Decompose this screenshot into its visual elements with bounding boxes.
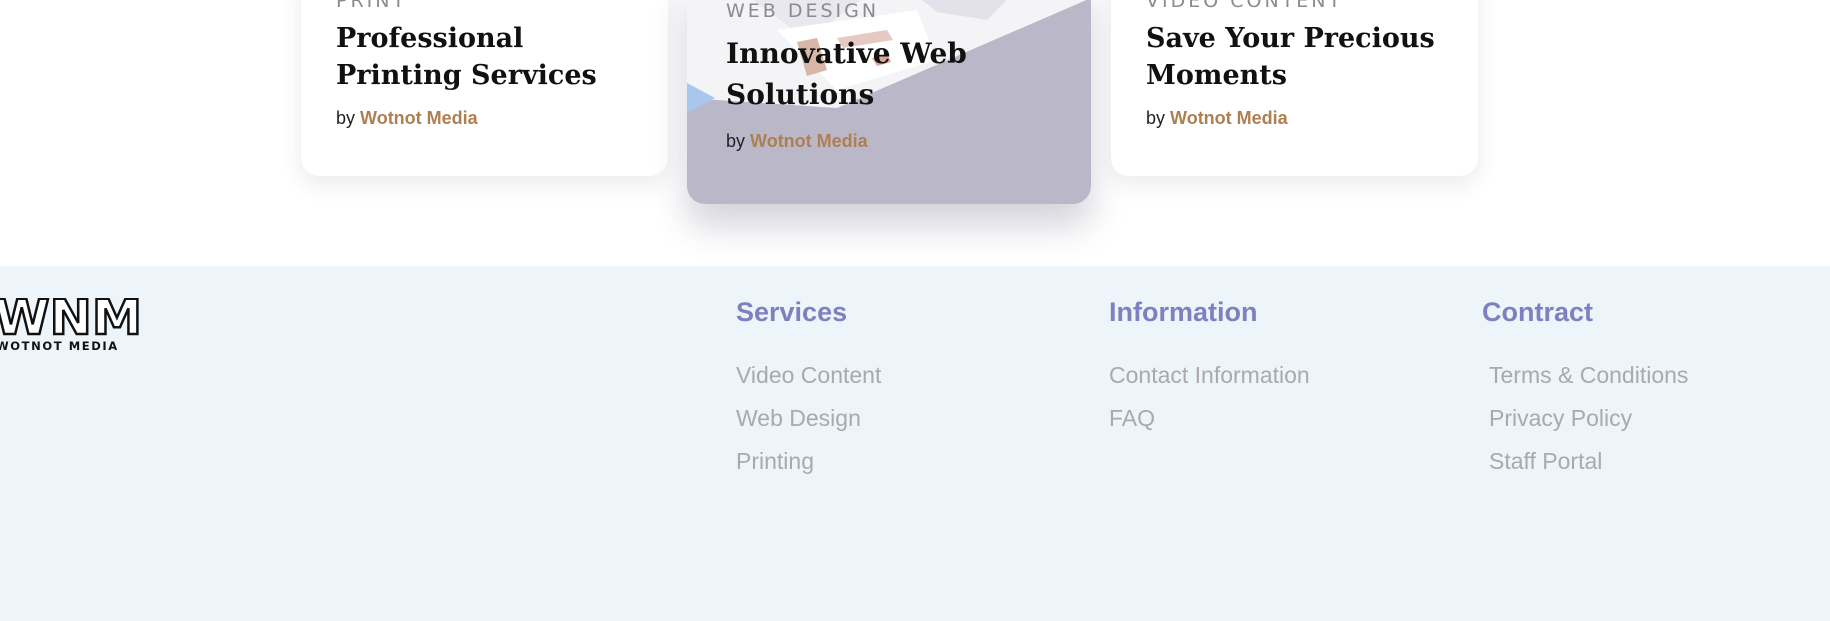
footer-link-contact-information[interactable]: Contact Information — [1109, 362, 1310, 389]
card-body: PRINT Professional Printing Services by … — [336, 0, 638, 129]
link-label[interactable]: FAQ — [1109, 405, 1155, 431]
footer-link-web-design[interactable]: Web Design — [736, 405, 881, 432]
wotnot-media-logo[interactable]: WNM WOTNOT MEDIA — [0, 298, 145, 354]
footer-heading: Contract — [1482, 297, 1594, 327]
footer-column-services: Services Video Content Web Design Printi… — [736, 296, 881, 491]
card-byline: by Wotnot Media — [1146, 108, 1448, 129]
author-link[interactable]: Wotnot Media — [750, 131, 868, 151]
link-label[interactable]: Terms & Conditions — [1489, 362, 1688, 388]
logo-wordmark: WOTNOT MEDIA — [0, 339, 119, 353]
footer-link-privacy-policy[interactable]: Privacy Policy — [1489, 405, 1688, 432]
link-label[interactable]: Web Design — [736, 405, 861, 431]
card-body: VIDEO CONTENT Save Your Precious Moments… — [1146, 0, 1448, 129]
card-web-design[interactable]: WEB DESIGN Innovative Web Solutions by W… — [687, 0, 1091, 204]
link-label[interactable]: Staff Portal — [1489, 448, 1602, 474]
author-link[interactable]: Wotnot Media — [1170, 108, 1288, 128]
card-category[interactable]: WEB DESIGN — [726, 0, 1061, 22]
footer-link-list: Contact Information FAQ — [1109, 362, 1310, 432]
link-label[interactable]: Contact Information — [1109, 362, 1310, 388]
link-label[interactable]: Privacy Policy — [1489, 405, 1632, 431]
card-body: WEB DESIGN Innovative Web Solutions by W… — [726, 0, 1061, 152]
footer-link-list: Terms & Conditions Privacy Policy Staff … — [1482, 362, 1688, 475]
card-title[interactable]: Innovative Web Solutions — [726, 33, 1061, 115]
card-print[interactable]: PRINT Professional Printing Services by … — [301, 0, 668, 176]
byline-prefix: by — [726, 131, 746, 151]
site-footer: WNM WOTNOT MEDIA Services Video Content … — [0, 266, 1830, 621]
footer-column-information: Information Contact Information FAQ — [1109, 296, 1310, 448]
link-label[interactable]: Video Content — [736, 362, 881, 388]
card-title[interactable]: Professional Printing Services — [336, 20, 638, 94]
footer-link-list: Video Content Web Design Printing — [736, 362, 881, 475]
author-link[interactable]: Wotnot Media — [360, 108, 478, 128]
footer-link-video-content[interactable]: Video Content — [736, 362, 881, 389]
footer-column-contract: Contract Terms & Conditions Privacy Poli… — [1482, 296, 1688, 491]
card-title[interactable]: Save Your Precious Moments — [1146, 20, 1448, 94]
card-byline: by Wotnot Media — [336, 108, 638, 129]
footer-heading: Services — [736, 297, 848, 327]
card-category[interactable]: PRINT — [336, 0, 638, 12]
card-byline: by Wotnot Media — [726, 131, 1061, 152]
footer-link-staff-portal[interactable]: Staff Portal — [1489, 448, 1688, 475]
link-label[interactable]: Printing — [736, 448, 814, 474]
footer-link-faq[interactable]: FAQ — [1109, 405, 1310, 432]
card-video-content[interactable]: VIDEO CONTENT Save Your Precious Moments… — [1111, 0, 1478, 176]
footer-link-printing[interactable]: Printing — [736, 448, 881, 475]
byline-prefix: by — [1146, 108, 1166, 128]
footer-heading: Information — [1109, 297, 1258, 327]
byline-prefix: by — [336, 108, 356, 128]
card-category[interactable]: VIDEO CONTENT — [1146, 0, 1448, 12]
footer-link-terms-conditions[interactable]: Terms & Conditions — [1489, 362, 1688, 389]
